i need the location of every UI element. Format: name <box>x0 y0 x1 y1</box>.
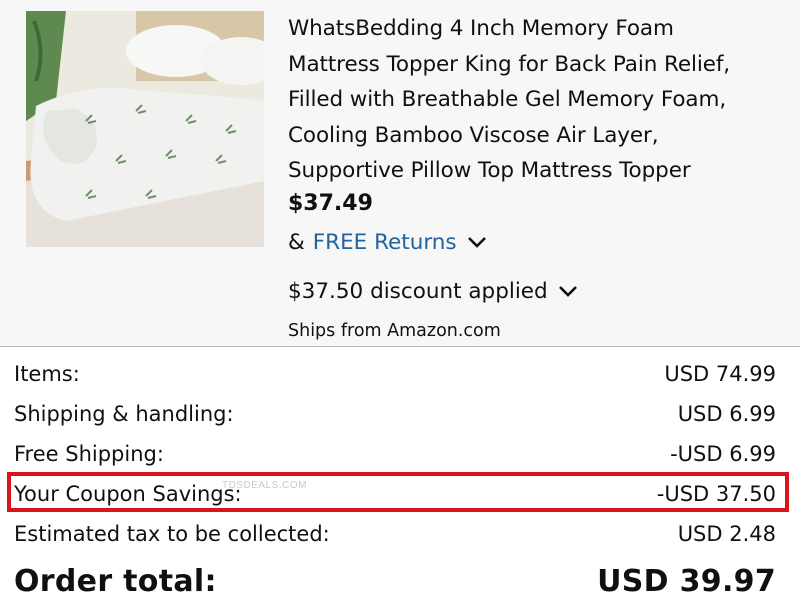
returns-row: & FREE Returns <box>288 226 487 260</box>
summary-row-estimated-tax: Estimated tax to be collected: USD 2.48 <box>14 514 776 554</box>
summary-row-free-shipping: Free Shipping: -USD 6.99 <box>14 434 776 474</box>
ships-from: Ships from Amazon.com <box>288 321 501 341</box>
product-title-line: WhatsBedding 4 Inch Memory Foam <box>288 16 674 41</box>
product-title[interactable]: WhatsBedding 4 Inch Memory Foam Mattress… <box>288 11 788 189</box>
chevron-down-icon[interactable] <box>558 275 578 309</box>
summary-label: Shipping & handling: <box>14 402 234 426</box>
summary-label: Estimated tax to be collected: <box>14 522 330 546</box>
summary-value: USD 2.48 <box>677 522 776 546</box>
product-panel: WhatsBedding 4 Inch Memory Foam Mattress… <box>0 0 800 347</box>
summary-value: -USD 6.99 <box>670 442 776 466</box>
summary-row-items: Items: USD 74.99 <box>14 354 776 394</box>
order-total-label: Order total: <box>14 563 217 599</box>
summary-label: Free Shipping: <box>14 442 164 466</box>
free-returns-link[interactable]: FREE Returns <box>313 226 457 260</box>
summary-label: Items: <box>14 362 80 386</box>
product-title-line: Cooling Bamboo Viscose Air Layer, <box>288 122 659 148</box>
coupon-highlight-box <box>7 472 789 512</box>
summary-value: USD 74.99 <box>664 362 776 386</box>
order-total-value: USD 39.97 <box>597 563 776 599</box>
summary-row-shipping: Shipping & handling: USD 6.99 <box>14 394 776 434</box>
product-title-line: Mattress Topper King for Back Pain Relie… <box>288 51 731 77</box>
discount-text: $37.50 discount applied <box>288 279 548 304</box>
product-price: $37.49 <box>288 191 373 216</box>
watermark: TDSDEALS.COM <box>222 480 307 491</box>
product-image[interactable] <box>26 11 264 247</box>
order-total-row: Order total: USD 39.97 <box>14 556 776 606</box>
product-title-line: Supportive Pillow Top Mattress Topper <box>288 158 691 183</box>
mattress-topper-illustration <box>26 11 264 247</box>
returns-prefix: & <box>288 230 305 255</box>
summary-value: USD 6.99 <box>677 402 776 426</box>
discount-applied-toggle[interactable]: $37.50 discount applied <box>288 275 578 309</box>
divider <box>0 346 800 347</box>
product-title-line: Filled with Breathable Gel Memory Foam, <box>288 87 727 112</box>
chevron-down-icon[interactable] <box>467 226 487 260</box>
